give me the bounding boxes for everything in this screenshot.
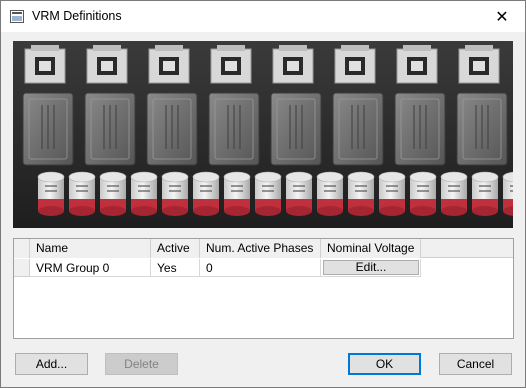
title-bar: VRM Definitions ✕: [1, 1, 525, 32]
inductor-choke: [146, 92, 198, 166]
capacitor: [285, 171, 313, 216]
capacitor: [440, 171, 468, 216]
capacitor: [347, 171, 375, 216]
inductor-choke: [270, 92, 322, 166]
capacitor: [130, 171, 158, 216]
inductor-choke: [208, 92, 260, 166]
mosfet-chip: [210, 45, 252, 84]
window-title: VRM Definitions: [32, 9, 122, 23]
inductor-choke: [394, 92, 446, 166]
cancel-button[interactable]: Cancel: [439, 353, 512, 375]
capacitor: [37, 171, 65, 216]
header-corner: [14, 239, 30, 258]
cell-active[interactable]: Yes: [151, 259, 200, 277]
column-header-phases[interactable]: Num. Active Phases: [200, 239, 321, 258]
mosfet-chip: [148, 45, 190, 84]
column-header-nominal-voltage[interactable]: Nominal Voltage: [321, 239, 421, 258]
capacitor: [316, 171, 344, 216]
column-header-active[interactable]: Active: [151, 239, 200, 258]
mosfet-chip: [272, 45, 314, 84]
ok-button[interactable]: OK: [348, 353, 421, 375]
add-button[interactable]: Add...: [15, 353, 88, 375]
mosfet-chip: [458, 45, 500, 84]
delete-button[interactable]: Delete: [105, 353, 178, 375]
capacitor: [192, 171, 220, 216]
vrm-definitions-dialog: VRM Definitions ✕ Name Active Num. Activ…: [0, 0, 526, 388]
vrm-board-illustration: [13, 41, 513, 228]
capacitor: [471, 171, 499, 216]
table-header: Name Active Num. Active Phases Nominal V…: [14, 239, 513, 258]
mosfet-chip: [334, 45, 376, 84]
capacitor: [99, 171, 127, 216]
inductor-choke: [456, 92, 508, 166]
mosfet-chip: [396, 45, 438, 84]
capacitor: [254, 171, 282, 216]
mosfet-chip: [24, 45, 66, 84]
capacitor: [378, 171, 406, 216]
vrm-group-table: Name Active Num. Active Phases Nominal V…: [13, 238, 514, 339]
inductor-choke: [22, 92, 74, 166]
inductor-choke: [332, 92, 384, 166]
edit-voltage-button[interactable]: Edit...: [323, 260, 419, 275]
capacitor: [502, 171, 513, 216]
close-icon[interactable]: ✕: [479, 1, 525, 32]
capacitor: [161, 171, 189, 216]
cell-name[interactable]: VRM Group 0: [30, 259, 151, 277]
table-row[interactable]: VRM Group 0 Yes 0 Edit...: [14, 259, 513, 277]
capacitor: [223, 171, 251, 216]
vrm-board-photo: [13, 41, 513, 228]
capacitor: [68, 171, 96, 216]
mosfet-chip: [86, 45, 128, 84]
app-window-icon: [10, 10, 24, 23]
capacitor: [409, 171, 437, 216]
inductor-choke: [84, 92, 136, 166]
column-header-name[interactable]: Name: [30, 239, 151, 258]
row-selector[interactable]: [14, 259, 30, 277]
cell-phases[interactable]: 0: [200, 259, 321, 277]
